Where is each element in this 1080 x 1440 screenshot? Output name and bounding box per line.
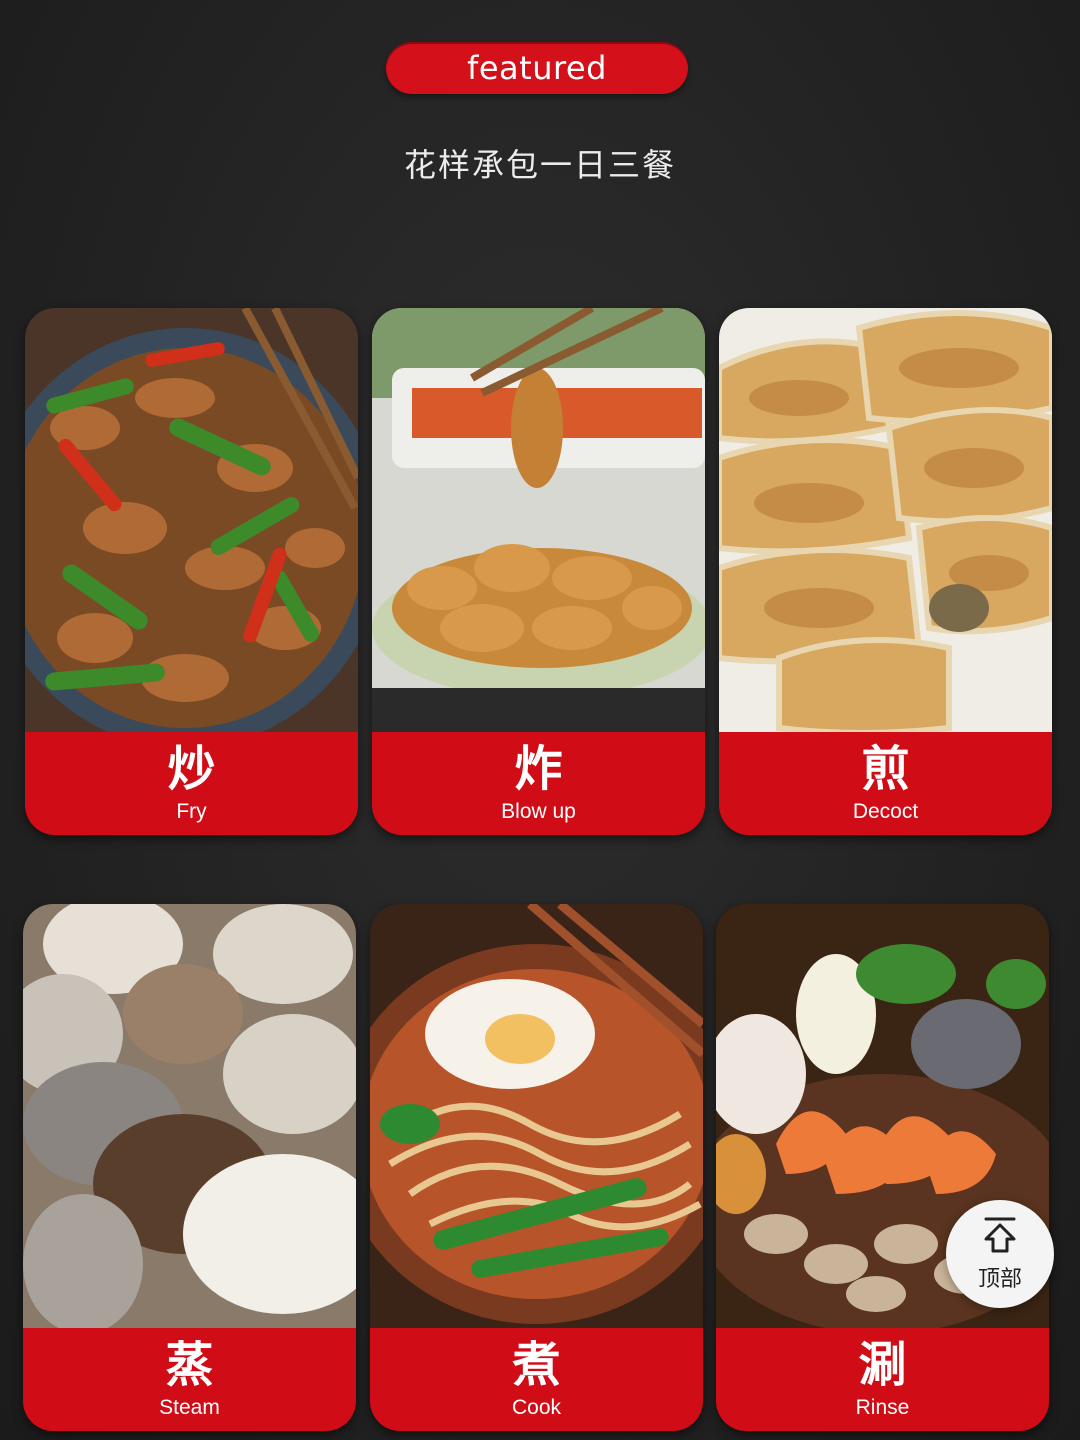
category-card-steam[interactable]: 蒸 Steam: [23, 904, 356, 1431]
category-label-band: 蒸 Steam: [23, 1328, 356, 1431]
featured-badge-label: featured: [467, 49, 607, 87]
fried-chicken-chopsticks-photo: [372, 308, 705, 732]
category-cn-label: 炸: [514, 741, 563, 797]
category-en-label: Cook: [511, 1396, 562, 1419]
home-arrow-up-icon: [980, 1215, 1020, 1259]
category-en-label: Fry: [176, 800, 207, 823]
category-cn-label: 涮: [858, 1337, 907, 1393]
noodle-soup-photo: [370, 904, 703, 1328]
category-cn-label: 煎: [861, 741, 910, 797]
category-card-blow-up[interactable]: 炸 Blow up: [372, 308, 705, 835]
category-label-band: 煮 Cook: [370, 1328, 703, 1431]
scroll-to-top-button[interactable]: 顶部: [946, 1200, 1054, 1308]
category-label-band: 煎 Decoct: [719, 732, 1052, 835]
featured-badge: featured: [386, 42, 688, 94]
category-en-label: Blow up: [501, 800, 576, 823]
category-en-label: Steam: [159, 1396, 220, 1419]
category-card-decoct[interactable]: 煎 Decoct: [719, 308, 1052, 835]
category-en-label: Rinse: [855, 1396, 910, 1419]
category-card-rinse[interactable]: 涮 Rinse: [716, 904, 1049, 1431]
category-card-fry[interactable]: 炒 Fry: [25, 308, 358, 835]
pan-fried-dumplings-photo: [719, 308, 1052, 732]
category-label-band: 涮 Rinse: [716, 1328, 1049, 1431]
steamed-buns-photo: [23, 904, 356, 1328]
category-cn-label: 蒸: [165, 1337, 214, 1393]
category-cn-label: 煮: [512, 1337, 561, 1393]
stir-fried-pork-peppers-photo: [25, 308, 358, 732]
scroll-to-top-label: 顶部: [977, 1267, 1022, 1292]
category-label-band: 炸 Blow up: [372, 732, 705, 835]
category-cn-label: 炒: [167, 741, 216, 797]
category-label-band: 炒 Fry: [25, 732, 358, 835]
section-subtitle: 花样承包一日三餐: [403, 146, 676, 184]
category-en-label: Decoct: [852, 800, 919, 823]
category-card-cook[interactable]: 煮 Cook: [370, 904, 703, 1431]
